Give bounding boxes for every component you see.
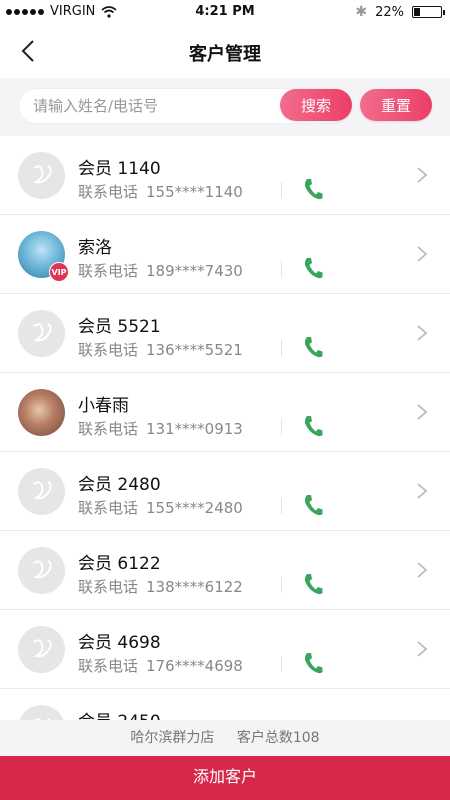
search-button[interactable]: 搜索: [280, 89, 352, 121]
chevron-right-icon: [417, 325, 428, 341]
divider: [281, 340, 282, 356]
phone-call-icon[interactable]: [303, 494, 323, 516]
phone-call-icon[interactable]: [303, 257, 323, 279]
store-name: 哈尔滨群力店: [130, 730, 215, 746]
status-bar: VIRGIN 4:21 PM ✱ 22%: [0, 0, 450, 24]
chevron-right-icon: [417, 562, 428, 578]
brand-logo-icon: [33, 560, 52, 579]
phone-call-icon[interactable]: [303, 178, 323, 200]
phone-number: 155****1140: [146, 183, 243, 201]
brand-logo-icon: [33, 481, 52, 500]
divider: [281, 577, 282, 593]
list-item[interactable]: 会员 2480 联系电话 155****2480: [0, 452, 450, 531]
phone-label: 联系电话: [78, 183, 139, 201]
list-item[interactable]: 会员 2450 联系电话: [0, 689, 450, 720]
avatar: [18, 626, 65, 673]
phone-number: 136****5521: [146, 341, 243, 359]
divider: [281, 182, 282, 198]
brand-logo-icon: [33, 165, 52, 184]
phone-number: 176****4698: [146, 657, 243, 675]
customer-phone: 联系电话 176****4698: [78, 655, 243, 676]
customer-name: 会员 1140: [78, 159, 161, 179]
vip-badge: VIP: [49, 262, 69, 282]
customer-phone: 联系电话 189****7430: [78, 260, 243, 281]
list-item[interactable]: 会员 5521 联系电话 136****5521: [0, 294, 450, 373]
customer-phone: 联系电话 131****0913: [78, 418, 243, 439]
phone-number: 189****7430: [146, 262, 243, 280]
customer-name: 索洛: [78, 238, 112, 258]
phone-call-icon[interactable]: [303, 573, 323, 595]
phone-number: 155****2480: [146, 499, 243, 517]
brand-logo-icon: [33, 323, 52, 342]
reset-button[interactable]: 重置: [360, 89, 432, 121]
customer-phone: 联系电话 155****1140: [78, 181, 243, 202]
chevron-right-icon: [417, 483, 428, 499]
phone-label: 联系电话: [78, 657, 139, 675]
phone-call-icon[interactable]: [303, 415, 323, 437]
phone-label: 联系电话: [78, 262, 139, 280]
divider: [281, 419, 282, 435]
chevron-right-icon: [417, 246, 428, 262]
avatar: [18, 389, 65, 436]
customer-phone: 联系电话 138****6122: [78, 576, 243, 597]
avatar: [18, 310, 65, 357]
customer-name: 会员 4698: [78, 633, 161, 653]
list-item[interactable]: 会员 6122 联系电话 138****6122: [0, 531, 450, 610]
chevron-right-icon: [417, 167, 428, 183]
bluetooth-icon: ✱: [355, 4, 368, 20]
customer-name: 小春雨: [78, 396, 129, 416]
customer-name: 会员 6122: [78, 554, 161, 574]
avatar: VIP: [18, 231, 69, 282]
customer-name: 会员 2480: [78, 475, 161, 495]
search-bar: 搜索 重置: [0, 78, 450, 134]
battery-icon: [412, 6, 445, 18]
list-item[interactable]: 会员 4698 联系电话 176****4698: [0, 610, 450, 689]
customer-phone: 联系电话 155****2480: [78, 497, 243, 518]
chevron-right-icon: [417, 404, 428, 420]
battery-percent: 22%: [375, 4, 404, 20]
list-item[interactable]: 小春雨 联系电话 131****0913: [0, 373, 450, 452]
nav-bar: 客户管理: [0, 24, 450, 78]
phone-number: 138****6122: [146, 578, 243, 596]
phone-label: 联系电话: [78, 499, 139, 517]
summary-bar: 哈尔滨群力店 客户总数108: [0, 720, 450, 756]
avatar: [18, 468, 65, 515]
customer-total: 客户总数108: [236, 730, 320, 746]
list-item[interactable]: 会员 1140 联系电话 155****1140: [0, 136, 450, 215]
phone-call-icon[interactable]: [303, 652, 323, 674]
add-customer-button[interactable]: 添加客户: [0, 756, 450, 800]
customer-name: 会员 2450: [78, 707, 161, 720]
divider: [281, 498, 282, 514]
brand-logo-icon: [33, 639, 52, 658]
chevron-right-icon: [417, 641, 428, 657]
avatar: [18, 705, 65, 720]
phone-label: 联系电话: [78, 420, 139, 438]
avatar: [18, 152, 65, 199]
customer-list: 会员 1140 联系电话 155****1140 VIP 索洛 联系电话 189**…: [0, 136, 450, 720]
phone-label: 联系电话: [78, 341, 139, 359]
phone-number: 131****0913: [146, 420, 243, 438]
phone-call-icon[interactable]: [303, 336, 323, 358]
customer-name: 会员 5521: [78, 317, 161, 337]
divider: [281, 261, 282, 277]
divider: [281, 656, 282, 672]
customer-phone: 联系电话 136****5521: [78, 339, 243, 360]
avatar: [18, 547, 65, 594]
list-item[interactable]: VIP 索洛 联系电话 189****7430: [0, 215, 450, 294]
page-title: 客户管理: [189, 44, 261, 65]
phone-label: 联系电话: [78, 578, 139, 596]
